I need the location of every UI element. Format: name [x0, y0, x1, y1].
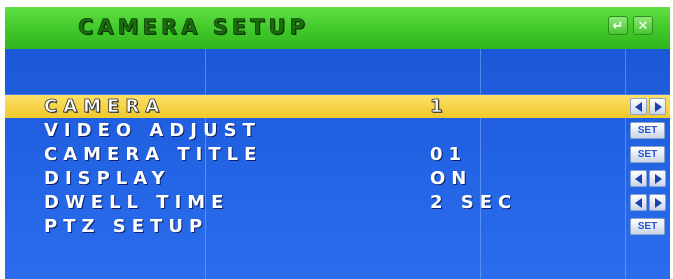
set-control: SET [630, 146, 667, 163]
menu-row-video-adjust[interactable]: VIDEO ADJUST SET [5, 119, 670, 142]
triangle-left-icon [635, 198, 642, 208]
menu-value: 1 [430, 96, 449, 118]
menu-row-ptz-setup[interactable]: PTZ SETUP SET [5, 215, 670, 238]
set-control: SET [630, 122, 667, 139]
menu-row-camera[interactable]: CAMERA 1 [5, 95, 670, 118]
right-arrow-button[interactable] [649, 170, 666, 187]
value-arrows [630, 170, 667, 187]
value-arrows [630, 194, 667, 211]
menu-label: CAMERA TITLE [44, 144, 263, 165]
set-button[interactable]: SET [630, 218, 665, 235]
menu-value: 01 [430, 144, 468, 165]
menu-row-display[interactable]: DISPLAY ON [5, 167, 670, 190]
triangle-left-icon [635, 174, 642, 184]
right-arrow-button[interactable] [649, 98, 666, 115]
menu-row-dwell-time[interactable]: DWELL TIME 2 SEC [5, 191, 670, 214]
triangle-right-icon [655, 102, 662, 112]
menu-value: ON [430, 168, 473, 189]
triangle-right-icon [655, 198, 662, 208]
menu-label: DISPLAY [44, 168, 171, 189]
menu-row-camera-title[interactable]: CAMERA TITLE 01 SET [5, 143, 670, 166]
menu-value: 2 SEC [430, 192, 518, 213]
left-arrow-button[interactable] [630, 98, 647, 115]
close-x-icon[interactable]: ✕ [633, 16, 653, 35]
set-control: SET [630, 218, 667, 235]
value-arrows [630, 98, 667, 115]
menu-label: VIDEO ADJUST [44, 120, 261, 141]
menu-label: PTZ SETUP [44, 216, 209, 237]
left-arrow-button[interactable] [630, 170, 647, 187]
title-bar: CAMERA SETUP ↵ ✕ [5, 7, 670, 49]
triangle-right-icon [655, 174, 662, 184]
set-button[interactable]: SET [630, 122, 665, 139]
left-arrow-button[interactable] [630, 194, 647, 211]
set-button[interactable]: SET [630, 146, 665, 163]
dvr-osd-screen: CAMERA SETUP ↵ ✕ CAMERA 1 VIDEO ADJUST S… [5, 7, 670, 279]
page-title: CAMERA SETUP [78, 15, 309, 40]
menu-label: DWELL TIME [44, 192, 230, 213]
return-arrow-icon[interactable]: ↵ [608, 16, 628, 35]
right-arrow-button[interactable] [649, 194, 666, 211]
menu-label: CAMERA [44, 96, 166, 118]
triangle-left-icon [635, 102, 642, 112]
